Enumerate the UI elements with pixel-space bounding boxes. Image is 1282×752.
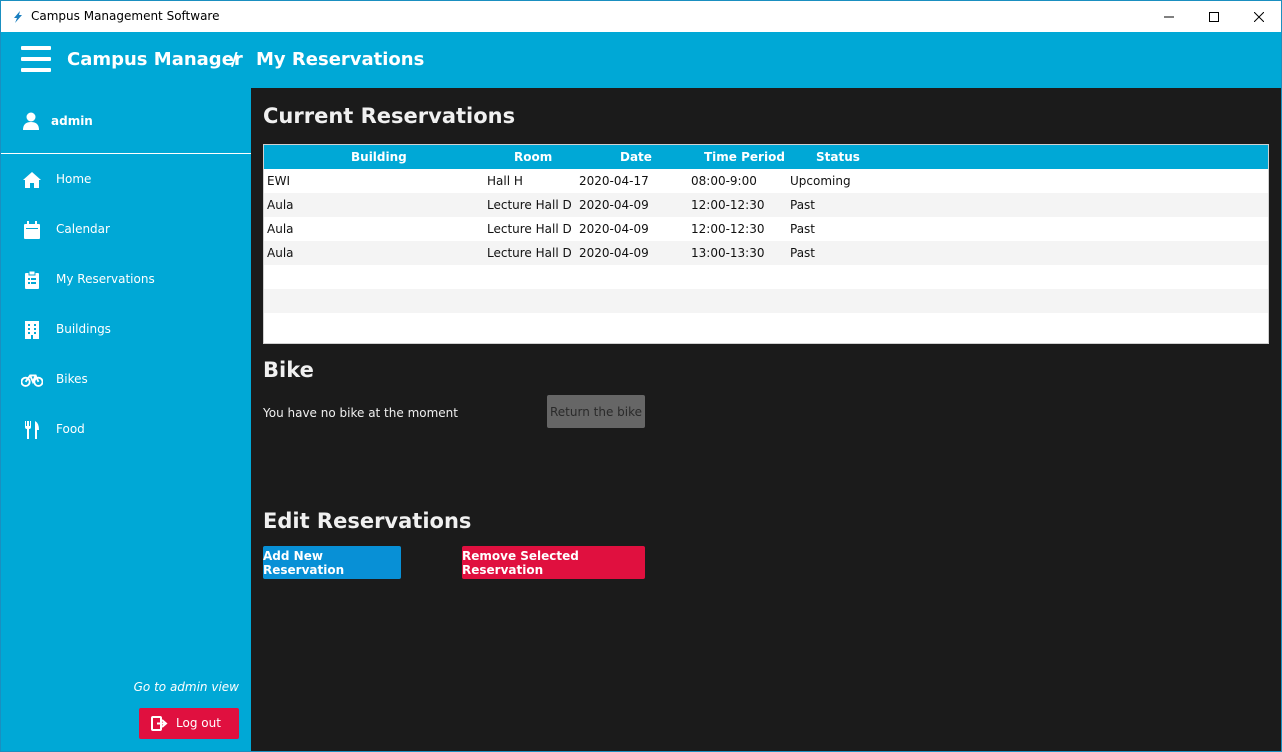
table-row[interactable]: Aula Lecture Hall D 2020-04-09 12:00-12:… [264, 217, 1268, 241]
column-header-building[interactable]: Building [351, 150, 407, 164]
cell-time: 13:00-13:30 [691, 246, 765, 260]
cell-time: 12:00-12:30 [691, 198, 765, 212]
cell-status: Past [790, 198, 816, 212]
cell-date: 2020-04-17 [579, 174, 649, 188]
sidebar-item-food[interactable]: Food [1, 410, 251, 450]
cell-building: EWI [267, 174, 290, 188]
username: admin [51, 114, 93, 128]
user-panel: admin [1, 88, 251, 154]
column-header-status[interactable]: Status [816, 150, 860, 164]
column-header-time-period[interactable]: Time Period [704, 150, 785, 164]
close-icon [1254, 11, 1264, 22]
sidebar-item-label: My Reservations [56, 272, 155, 286]
table-row[interactable]: Aula Lecture Hall D 2020-04-09 12:00-12:… [264, 193, 1268, 217]
clipboard-icon [21, 270, 43, 290]
logout-label: Log out [176, 716, 221, 730]
minimize-button[interactable] [1146, 1, 1192, 32]
bike-icon [21, 370, 43, 390]
cell-room: Hall H [487, 174, 523, 188]
cell-date: 2020-04-09 [579, 222, 649, 236]
table-row[interactable]: EWI Hall H 2020-04-17 08:00-9:00 Upcomin… [264, 169, 1268, 193]
table-header: Building Room Date Time Period Status [264, 145, 1268, 169]
sidebar-item-label: Calendar [56, 222, 110, 236]
empty-table-row [264, 265, 1268, 289]
window-title: Campus Management Software [31, 9, 220, 23]
return-bike-button[interactable]: Return the bike [547, 395, 645, 428]
reservations-table[interactable]: Building Room Date Time Period Status EW… [263, 144, 1269, 344]
section-title-edit: Edit Reservations [263, 509, 472, 533]
title-bar: Campus Management Software [1, 1, 1281, 32]
main-content: Current Reservations Building Room Date … [251, 88, 1281, 751]
cell-building: Aula [267, 198, 294, 212]
sidebar: admin Home Calendar My Reservations Buil… [1, 88, 251, 751]
sidebar-item-calendar[interactable]: Calendar [1, 210, 251, 250]
sidebar-item-label: Home [56, 172, 92, 186]
breadcrumb-page: My Reservations [256, 49, 425, 70]
cell-time: 08:00-9:00 [691, 174, 757, 188]
remove-reservation-button[interactable]: Remove Selected Reservation [462, 546, 645, 579]
hamburger-menu-icon[interactable] [21, 46, 51, 72]
sidebar-item-bikes[interactable]: Bikes [1, 360, 251, 400]
cell-room: Lecture Hall D [487, 198, 572, 212]
breadcrumb-app[interactable]: Campus Manager [67, 49, 243, 70]
section-title-bike: Bike [263, 358, 314, 382]
maximize-icon [1209, 11, 1219, 22]
calendar-icon [21, 220, 43, 240]
cell-status: Past [790, 246, 816, 260]
bike-status-text: You have no bike at the moment [263, 406, 458, 420]
cell-room: Lecture Hall D [487, 246, 572, 260]
building-icon [21, 320, 43, 340]
empty-table-row [264, 289, 1268, 313]
sidebar-item-label: Bikes [56, 372, 88, 386]
cell-room: Lecture Hall D [487, 222, 572, 236]
app-window: Campus Management Software Campus Manage… [0, 0, 1282, 752]
user-icon [23, 112, 39, 130]
app-logo-icon [14, 11, 22, 23]
cell-status: Past [790, 222, 816, 236]
logout-icon [151, 716, 168, 731]
sidebar-item-label: Food [56, 422, 85, 436]
cell-date: 2020-04-09 [579, 198, 649, 212]
cell-building: Aula [267, 246, 294, 260]
fork-knife-icon [21, 420, 43, 440]
column-header-room[interactable]: Room [514, 150, 552, 164]
close-button[interactable] [1236, 1, 1281, 32]
section-title-current: Current Reservations [263, 104, 516, 128]
add-reservation-button[interactable]: Add New Reservation [263, 546, 401, 579]
empty-table-row [264, 313, 1268, 337]
home-icon [21, 170, 43, 190]
cell-time: 12:00-12:30 [691, 222, 765, 236]
sidebar-item-buildings[interactable]: Buildings [1, 310, 251, 350]
column-header-date[interactable]: Date [620, 150, 652, 164]
minimize-icon [1164, 16, 1174, 17]
cell-date: 2020-04-09 [579, 246, 649, 260]
cell-status: Upcoming [790, 174, 851, 188]
maximize-button[interactable] [1191, 1, 1237, 32]
sidebar-item-label: Buildings [56, 322, 111, 336]
sidebar-item-home[interactable]: Home [1, 160, 251, 200]
admin-view-link[interactable]: Go to admin view [134, 680, 239, 694]
cell-building: Aula [267, 222, 294, 236]
app-header: Campus Manager / My Reservations [1, 32, 1281, 88]
table-row[interactable]: Aula Lecture Hall D 2020-04-09 13:00-13:… [264, 241, 1268, 265]
logout-button[interactable]: Log out [139, 708, 239, 739]
breadcrumb-separator: / [231, 49, 238, 70]
sidebar-item-my-reservations[interactable]: My Reservations [1, 260, 251, 300]
